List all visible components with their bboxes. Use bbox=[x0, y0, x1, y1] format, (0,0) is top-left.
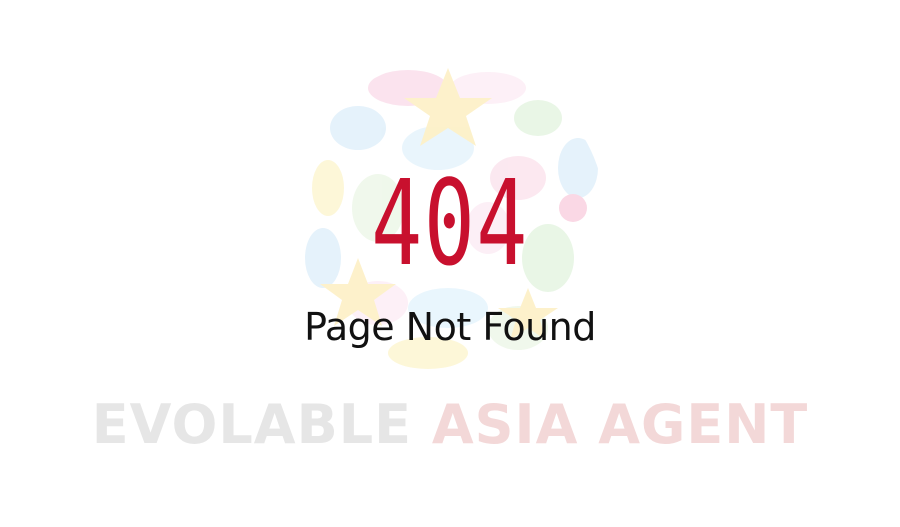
brand-part2: ASIA AGENT bbox=[431, 393, 809, 456]
error-message: Page Not Found bbox=[304, 305, 596, 349]
error-page: 404 Page Not Found EVOLABLE ASIA AGENT bbox=[0, 0, 900, 527]
brand-logo-text: EVOLABLE ASIA AGENT bbox=[0, 392, 900, 458]
error-code: 404 bbox=[371, 154, 529, 292]
brand-part1: EVOLABLE bbox=[91, 393, 413, 456]
